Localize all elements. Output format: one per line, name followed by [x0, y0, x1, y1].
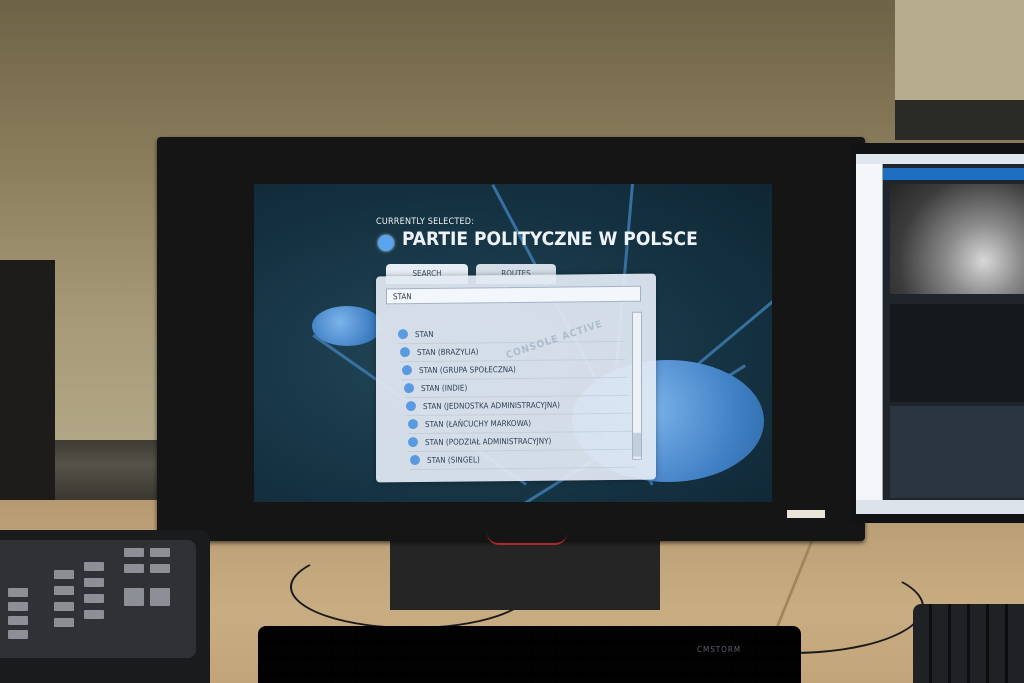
node-dot-icon [404, 382, 414, 393]
keyboard-brand: CMSTORM [697, 645, 742, 654]
control-button[interactable] [84, 610, 104, 619]
list-item[interactable]: STAN (GRUPA SPOŁECZNA) [402, 359, 627, 381]
control-button[interactable] [54, 602, 74, 611]
control-button[interactable] [84, 578, 104, 587]
graph-node[interactable] [312, 306, 382, 346]
control-button[interactable] [150, 548, 170, 557]
control-button[interactable] [124, 564, 144, 573]
control-button[interactable] [150, 564, 170, 573]
wall-shelf [895, 100, 1024, 140]
list-item[interactable]: STAN [398, 323, 623, 345]
list-item[interactable]: STAN (PODZIAŁ ADMINISTRACYJNY) [408, 431, 633, 453]
keyboard [258, 626, 801, 683]
node-dot-icon [408, 418, 418, 429]
list-item[interactable]: STAN (INDIE) [404, 377, 629, 399]
node-dot-icon [406, 400, 416, 411]
control-button[interactable] [84, 594, 104, 603]
node-dot-icon [400, 346, 410, 357]
control-button[interactable] [8, 588, 28, 597]
control-button[interactable] [124, 548, 144, 557]
node-dot-icon [402, 364, 412, 375]
side-taskbar [856, 500, 1024, 514]
control-panel-face [0, 540, 196, 658]
scrollbar-thumb[interactable] [633, 432, 641, 457]
control-button[interactable] [8, 630, 28, 639]
side-panel [890, 304, 1024, 402]
control-button[interactable] [150, 588, 170, 606]
monitor-logo [487, 533, 567, 545]
list-item[interactable]: STAN (BRAZYLIA) [400, 341, 625, 363]
node-dot-icon [410, 454, 420, 465]
currently-selected-label: CURRENTLY SELECTED: [376, 217, 475, 227]
control-button[interactable] [8, 602, 28, 611]
control-button[interactable] [54, 570, 74, 579]
control-button[interactable] [54, 618, 74, 627]
side-toolbar [882, 168, 1024, 180]
search-input[interactable]: STAN [386, 285, 641, 305]
control-button[interactable] [54, 586, 74, 595]
list-item[interactable]: STAN (ŁAŃCUCHY MARKOWA) [408, 413, 633, 435]
selected-node-icon [378, 235, 394, 251]
side-panel-lower [890, 406, 1024, 498]
node-dot-icon [408, 436, 418, 447]
results-scrollbar[interactable] [632, 311, 642, 460]
control-button[interactable] [84, 562, 104, 571]
keyboard-right [913, 604, 1024, 683]
list-item[interactable]: STAN (SINGEL) [410, 449, 635, 471]
search-panel: CONSOLE ACTIVE STAN STAN STAN (BRAZYLIA)… [376, 273, 656, 483]
list-item[interactable]: STAN (JEDNOSTKA ADMINISTRACYJNA) [406, 395, 631, 417]
side-preview-image [890, 184, 1024, 294]
side-sidebar [856, 164, 883, 509]
node-dot-icon [398, 328, 408, 339]
side-screen [856, 154, 1024, 514]
monitor-sticker [787, 510, 825, 518]
control-button[interactable] [124, 588, 144, 606]
main-screen: CURRENTLY SELECTED: PARTIE POLITYCZNE W … [254, 184, 772, 502]
selected-title: PARTIE POLITYCZNE W POLSCE [402, 228, 698, 250]
side-titlebar [856, 154, 1024, 164]
control-button[interactable] [8, 616, 28, 625]
